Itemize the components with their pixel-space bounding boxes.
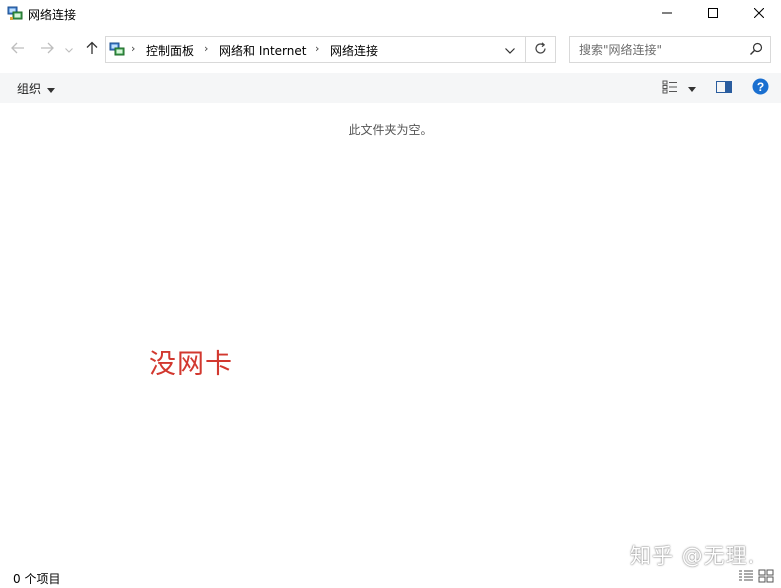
- svg-text:?: ?: [756, 80, 763, 94]
- breadcrumb-network-and-internet[interactable]: 网络和 Internet: [219, 42, 306, 59]
- organize-label: 组织: [17, 82, 42, 96]
- change-view-button[interactable]: [659, 78, 699, 98]
- breadcrumb-network-connections[interactable]: 网络连接: [330, 42, 378, 59]
- window-title: 网络连接: [28, 8, 77, 22]
- chevron-down-icon: [65, 42, 73, 56]
- command-bar: 组织 ?: [0, 73, 781, 103]
- up-button[interactable]: [83, 40, 101, 58]
- minimize-button[interactable]: [644, 0, 690, 28]
- arrow-up-icon: [86, 41, 98, 58]
- maximize-button[interactable]: [690, 0, 736, 28]
- arrow-right-icon: [40, 42, 54, 57]
- refresh-button[interactable]: [526, 37, 555, 62]
- chevron-down-icon: [505, 43, 515, 57]
- minimize-icon: [662, 7, 672, 21]
- control-panel-icon: [109, 41, 125, 57]
- title-bar: 网络连接: [0, 0, 781, 28]
- large-icons-view-icon[interactable]: [758, 569, 774, 583]
- breadcrumb-separator[interactable]: ›: [204, 42, 208, 55]
- caret-down-icon: [47, 82, 56, 96]
- forward-button[interactable]: [38, 40, 56, 58]
- preview-pane-button[interactable]: [714, 78, 734, 98]
- empty-folder-message: 此文件夹为空。: [348, 123, 433, 137]
- breadcrumb-control-panel[interactable]: 控制面板: [146, 42, 194, 59]
- close-button[interactable]: [736, 0, 781, 28]
- search-input[interactable]: [570, 37, 740, 62]
- breadcrumb-separator[interactable]: ›: [315, 42, 319, 55]
- close-icon: [753, 7, 765, 21]
- arrow-left-icon: [11, 42, 25, 57]
- preview-pane-icon: [716, 80, 732, 96]
- file-list-area[interactable]: 此文件夹为空。 没网卡: [0, 103, 781, 565]
- refresh-icon: [534, 41, 547, 58]
- help-icon: ?: [752, 78, 769, 98]
- recent-locations-button[interactable]: [63, 40, 75, 58]
- help-button[interactable]: ?: [750, 78, 770, 98]
- breadcrumb-separator[interactable]: ›: [131, 42, 135, 55]
- organize-button[interactable]: 组织: [17, 80, 56, 97]
- address-history-button[interactable]: [495, 37, 525, 62]
- network-connections-icon: [7, 5, 23, 21]
- address-bar[interactable]: › 控制面板 › 网络和 Internet › 网络连接: [105, 36, 556, 63]
- search-box[interactable]: [569, 36, 771, 63]
- annotation-text: 没网卡: [149, 349, 233, 380]
- back-button[interactable]: [9, 40, 27, 58]
- details-view-icon[interactable]: [738, 569, 754, 583]
- item-count: 0 个项目: [13, 572, 61, 586]
- change-view-icon: [662, 80, 678, 97]
- watermark: 知乎 @无理.: [630, 544, 756, 568]
- caret-down-icon: [688, 81, 696, 95]
- search-icon[interactable]: [748, 41, 764, 57]
- maximize-icon: [708, 7, 718, 21]
